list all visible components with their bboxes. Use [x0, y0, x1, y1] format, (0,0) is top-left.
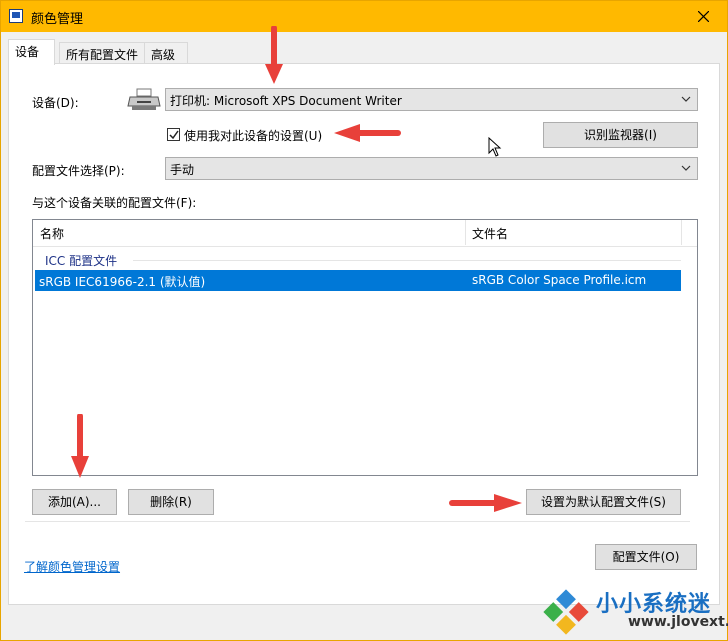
checkmark-icon — [169, 130, 179, 140]
column-header-name[interactable]: 名称 — [40, 225, 64, 242]
profiles-button[interactable]: 配置文件(O) — [595, 544, 697, 570]
chevron-down-icon — [681, 96, 691, 102]
device-select-value: 打印机: Microsoft XPS Document Writer — [170, 94, 402, 108]
table-row[interactable]: sRGB IEC61966-2.1 (默认值) sRGB Color Space… — [35, 270, 681, 291]
close-button[interactable] — [681, 1, 727, 32]
printer-icon — [127, 88, 161, 110]
profile-selection-select[interactable]: 手动 — [165, 157, 698, 180]
icc-profiles-group-header: ICC 配置文件 — [45, 254, 118, 268]
annotation-arrow-down-icon — [265, 26, 283, 84]
row-profile-name: sRGB IEC61966-2.1 (默认值) — [39, 275, 206, 289]
divider — [25, 521, 690, 522]
associated-profiles-label: 与这个设备关联的配置文件(F): — [32, 196, 197, 210]
row-profile-filename: sRGB Color Space Profile.icm — [472, 273, 647, 287]
profile-selection-value: 手动 — [170, 163, 195, 177]
annotation-arrow-right-icon — [449, 494, 522, 512]
mouse-cursor-icon — [488, 137, 502, 157]
identify-monitors-button[interactable]: 识别监视器(I) — [543, 122, 698, 148]
title-bar[interactable]: 颜色管理 — [1, 1, 727, 32]
chevron-down-icon — [681, 165, 691, 171]
watermark-url: www.jlovext.com — [628, 614, 728, 630]
list-header: 名称 文件名 — [33, 220, 697, 247]
color-management-app-icon — [9, 9, 23, 23]
learn-color-management-link[interactable]: 了解颜色管理设置 — [24, 558, 120, 575]
color-management-window: 颜色管理 设备 所有配置文件 高级 设备(D): 打印机: Microsoft … — [0, 0, 728, 641]
tab-advanced[interactable]: 高级 — [144, 42, 188, 63]
annotation-arrow-down-icon — [71, 414, 89, 478]
column-header-filename[interactable]: 文件名 — [472, 225, 508, 242]
use-my-settings-label[interactable]: 使用我对此设备的设置(U) — [184, 127, 322, 144]
column-divider[interactable] — [681, 220, 682, 245]
device-select[interactable]: 打印机: Microsoft XPS Document Writer — [165, 88, 698, 111]
device-label: 设备(D): — [32, 96, 79, 110]
group-divider — [133, 260, 681, 261]
window-title: 颜色管理 — [31, 12, 84, 27]
tab-advanced-label: 高级 — [151, 48, 176, 62]
remove-button[interactable]: 删除(R) — [128, 489, 214, 515]
close-icon — [698, 11, 709, 22]
add-button[interactable]: 添加(A)... — [32, 489, 117, 515]
annotation-arrow-left-icon — [334, 124, 401, 142]
use-my-settings-checkbox[interactable] — [167, 128, 180, 141]
tab-devices-label: 设备 — [15, 45, 40, 59]
set-default-profile-button[interactable]: 设置为默认配置文件(S) — [526, 489, 681, 515]
tab-all-profiles[interactable]: 所有配置文件 — [59, 42, 146, 63]
column-divider[interactable] — [465, 220, 466, 245]
tab-all-profiles-label: 所有配置文件 — [66, 48, 139, 62]
profile-selection-label: 配置文件选择(P): — [32, 164, 125, 178]
profiles-list[interactable]: 名称 文件名 ICC 配置文件 sRGB IEC61966-2.1 (默认值) … — [32, 219, 698, 476]
tab-devices[interactable]: 设备 — [8, 39, 55, 65]
